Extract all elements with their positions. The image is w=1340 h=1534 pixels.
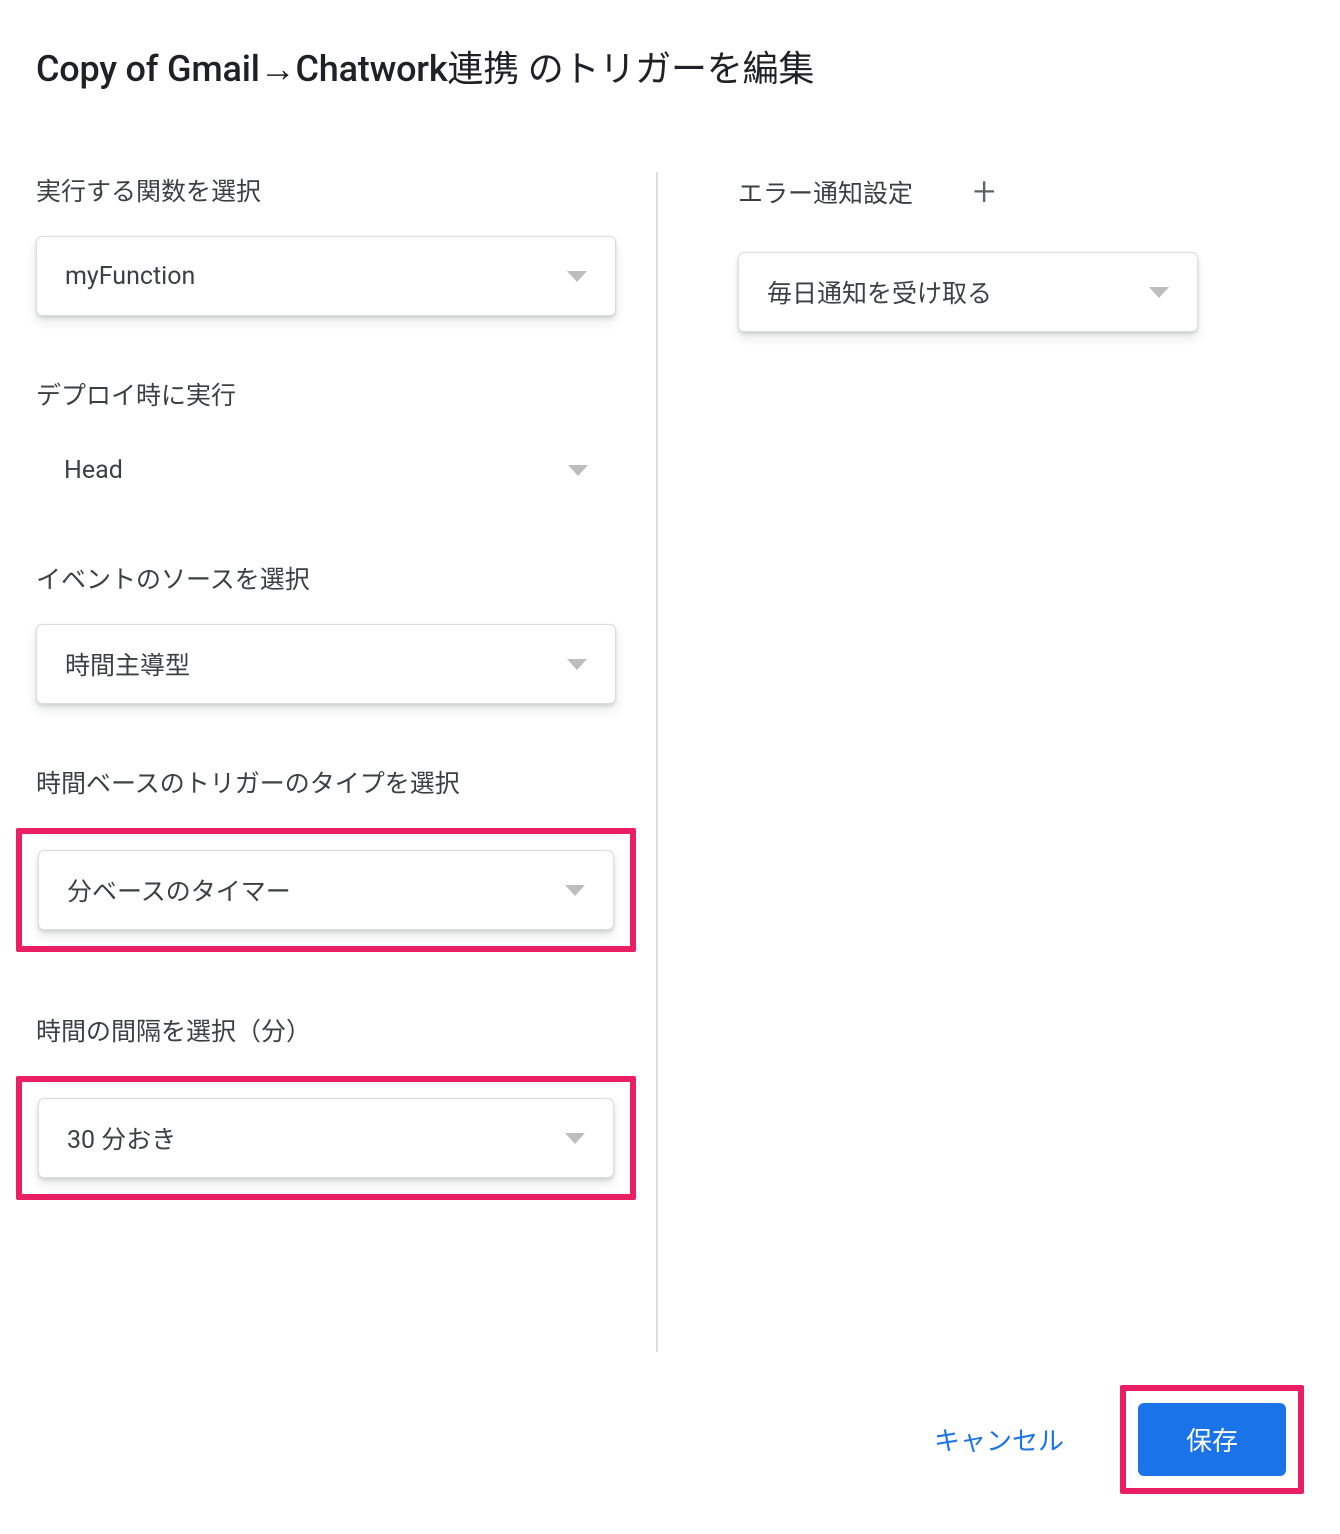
chevron-down-icon	[565, 1133, 585, 1144]
error-notification-select[interactable]: 毎日通知を受け取る	[738, 252, 1198, 332]
chevron-down-icon	[567, 271, 587, 282]
save-button[interactable]: 保存	[1138, 1403, 1286, 1476]
function-select-value: myFunction	[65, 262, 195, 291]
trigger-type-label: 時間ベースのトリガーのタイプを選択	[36, 764, 616, 800]
highlight-box-trigger-type: 分ベースのタイマー	[16, 828, 636, 952]
event-source-select[interactable]: 時間主導型	[36, 624, 616, 704]
chevron-down-icon	[567, 659, 587, 670]
dialog-title: Copy of Gmail→Chatwork連携 のトリガーを編集	[36, 40, 1304, 92]
trigger-type-select[interactable]: 分ベースのタイマー	[38, 850, 614, 930]
highlight-box-interval: 30 分おき	[16, 1076, 636, 1200]
deploy-select-value: Head	[64, 456, 123, 485]
trigger-type-select-value: 分ベースのタイマー	[67, 872, 291, 908]
function-select[interactable]: myFunction	[36, 236, 616, 316]
chevron-down-icon	[565, 885, 585, 896]
right-column: エラー通知設定 + 毎日通知を受け取る	[658, 172, 1278, 1352]
event-source-select-value: 時間主導型	[65, 646, 190, 682]
chevron-down-icon	[568, 465, 588, 476]
function-field-group: 実行する関数を選択 myFunction	[36, 172, 616, 316]
function-label: 実行する関数を選択	[36, 172, 616, 208]
deploy-select[interactable]: Head	[36, 440, 616, 500]
trigger-type-field-group: 時間ベースのトリガーのタイプを選択 分ベースのタイマー	[36, 764, 616, 952]
event-source-label: イベントのソースを選択	[36, 560, 616, 596]
error-label: エラー通知設定	[738, 174, 913, 210]
dialog-footer: キャンセル 保存	[918, 1385, 1304, 1494]
chevron-down-icon	[1149, 287, 1169, 298]
plus-icon[interactable]: +	[973, 172, 996, 212]
highlight-box-save: 保存	[1120, 1385, 1304, 1494]
error-notification-select-value: 毎日通知を受け取る	[767, 274, 992, 310]
interval-field-group: 時間の間隔を選択（分） 30 分おき	[36, 1012, 616, 1200]
interval-label: 時間の間隔を選択（分）	[36, 1012, 616, 1048]
cancel-button[interactable]: キャンセル	[918, 1409, 1080, 1470]
content-area: 実行する関数を選択 myFunction デプロイ時に実行 Head イベントの…	[36, 172, 1304, 1352]
left-column: 実行する関数を選択 myFunction デプロイ時に実行 Head イベントの…	[36, 172, 656, 1352]
event-source-field-group: イベントのソースを選択 時間主導型	[36, 560, 616, 704]
error-notification-header: エラー通知設定 +	[738, 172, 1278, 212]
deploy-field-group: デプロイ時に実行 Head	[36, 376, 616, 500]
interval-select-value: 30 分おき	[67, 1120, 176, 1156]
interval-select[interactable]: 30 分おき	[38, 1098, 614, 1178]
deploy-label: デプロイ時に実行	[36, 376, 616, 412]
